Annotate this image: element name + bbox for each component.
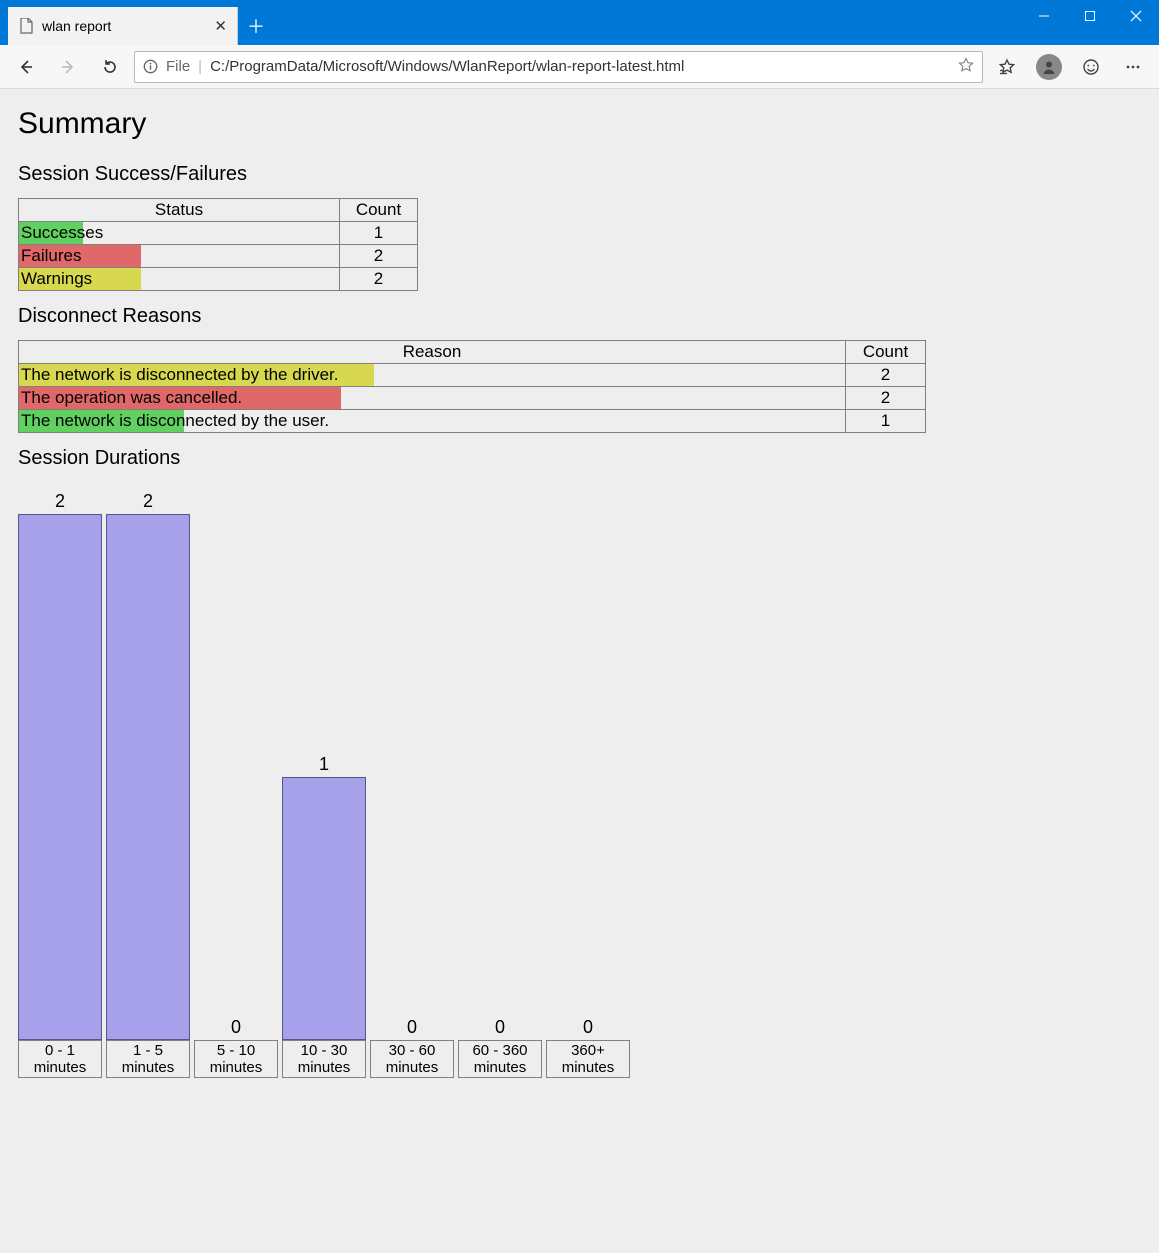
page-content: Summary Session Success/Failures Status … (0, 89, 1159, 1118)
chart-bar-value: 0 (458, 1017, 542, 1038)
tab-title: wlan report (42, 18, 111, 34)
window-controls (1021, 0, 1159, 32)
address-bar[interactable]: File | C:/ProgramData/Microsoft/Windows/… (134, 51, 983, 83)
reason-count-cell: 2 (846, 364, 926, 387)
status-count-cell: 2 (340, 268, 418, 291)
section-heading-reasons: Disconnect Reasons (18, 305, 1141, 328)
chart-bar-column: 0 (546, 1017, 630, 1040)
table-row: The operation was cancelled.2 (19, 387, 926, 410)
status-label-cell: Failures (19, 245, 340, 268)
reason-count-col-header: Count (846, 341, 926, 364)
chart-bar-value: 2 (18, 491, 102, 512)
table-row: The network is disconnected by the drive… (19, 364, 926, 387)
chart-x-label: 0 - 1minutes (18, 1040, 102, 1078)
chart-x-label: 5 - 10minutes (194, 1040, 278, 1078)
page-title: Summary (18, 107, 1141, 141)
reason-label-cell: The network is disconnected by the drive… (19, 364, 846, 387)
favorites-button[interactable] (989, 51, 1025, 83)
chart-bar (282, 777, 366, 1040)
chart-bar (18, 514, 102, 1040)
refresh-button[interactable] (92, 51, 128, 83)
durations-chart: 2201000 0 - 1minutes1 - 5minutes5 - 10mi… (18, 484, 1141, 1078)
table-row: Successes1 (19, 222, 418, 245)
chart-bar-column: 0 (370, 1017, 454, 1040)
chart-x-label: 1 - 5minutes (106, 1040, 190, 1078)
address-scheme-label: File (166, 58, 190, 75)
count-col-header: Count (340, 199, 418, 222)
chart-bar-value: 0 (194, 1017, 278, 1038)
reason-label-cell: The operation was cancelled. (19, 387, 846, 410)
reason-col-header: Reason (19, 341, 846, 364)
chart-x-label: 60 - 360minutes (458, 1040, 542, 1078)
status-label-cell: Successes (19, 222, 340, 245)
chart-bar-value: 0 (370, 1017, 454, 1038)
window-titlebar: wlan report ✕ ＋ (0, 0, 1159, 45)
file-icon (18, 18, 34, 34)
info-icon (143, 59, 158, 74)
tab-strip: wlan report ✕ ＋ (0, 0, 274, 45)
chart-bar-column: 1 (282, 754, 366, 1040)
table-row: Failures2 (19, 245, 418, 268)
close-tab-icon[interactable]: ✕ (214, 17, 227, 35)
browser-toolbar: File | C:/ProgramData/Microsoft/Windows/… (0, 45, 1159, 89)
section-heading-statuses: Session Success/Failures (18, 163, 1141, 186)
status-table: Status Count Successes1Failures2Warnings… (18, 198, 418, 291)
forward-button[interactable] (50, 51, 86, 83)
feedback-smiley-icon[interactable] (1073, 51, 1109, 83)
close-window-button[interactable] (1113, 0, 1159, 32)
status-label-cell: Warnings (19, 268, 340, 291)
profile-avatar[interactable] (1031, 51, 1067, 83)
status-count-cell: 1 (340, 222, 418, 245)
browser-tab-active[interactable]: wlan report ✕ (8, 7, 238, 45)
back-button[interactable] (8, 51, 44, 83)
status-count-cell: 2 (340, 245, 418, 268)
favorite-star-icon[interactable] (958, 57, 974, 77)
address-url: C:/ProgramData/Microsoft/Windows/WlanRep… (210, 58, 950, 75)
reason-label-cell: The network is disconnected by the user. (19, 410, 846, 433)
status-col-header: Status (19, 199, 340, 222)
address-separator: | (198, 58, 202, 75)
reasons-table: Reason Count The network is disconnected… (18, 340, 926, 433)
chart-bar-value: 2 (106, 491, 190, 512)
chart-bar-value: 1 (282, 754, 366, 775)
table-row: The network is disconnected by the user.… (19, 410, 926, 433)
maximize-button[interactable] (1067, 0, 1113, 32)
table-row: Warnings2 (19, 268, 418, 291)
chart-bar-column: 2 (18, 491, 102, 1040)
minimize-button[interactable] (1021, 0, 1067, 32)
content-viewport[interactable]: Summary Session Success/Failures Status … (0, 89, 1159, 1253)
chart-x-label: 10 - 30minutes (282, 1040, 366, 1078)
reason-count-cell: 2 (846, 387, 926, 410)
more-menu-button[interactable] (1115, 51, 1151, 83)
new-tab-button[interactable]: ＋ (238, 7, 274, 45)
section-heading-durations: Session Durations (18, 447, 1141, 470)
chart-bar-column: 0 (194, 1017, 278, 1040)
chart-bar-value: 0 (546, 1017, 630, 1038)
chart-bar-column: 2 (106, 491, 190, 1040)
chart-bar-column: 0 (458, 1017, 542, 1040)
chart-bar (106, 514, 190, 1040)
chart-x-label: 30 - 60minutes (370, 1040, 454, 1078)
reason-count-cell: 1 (846, 410, 926, 433)
chart-x-label: 360+minutes (546, 1040, 630, 1078)
